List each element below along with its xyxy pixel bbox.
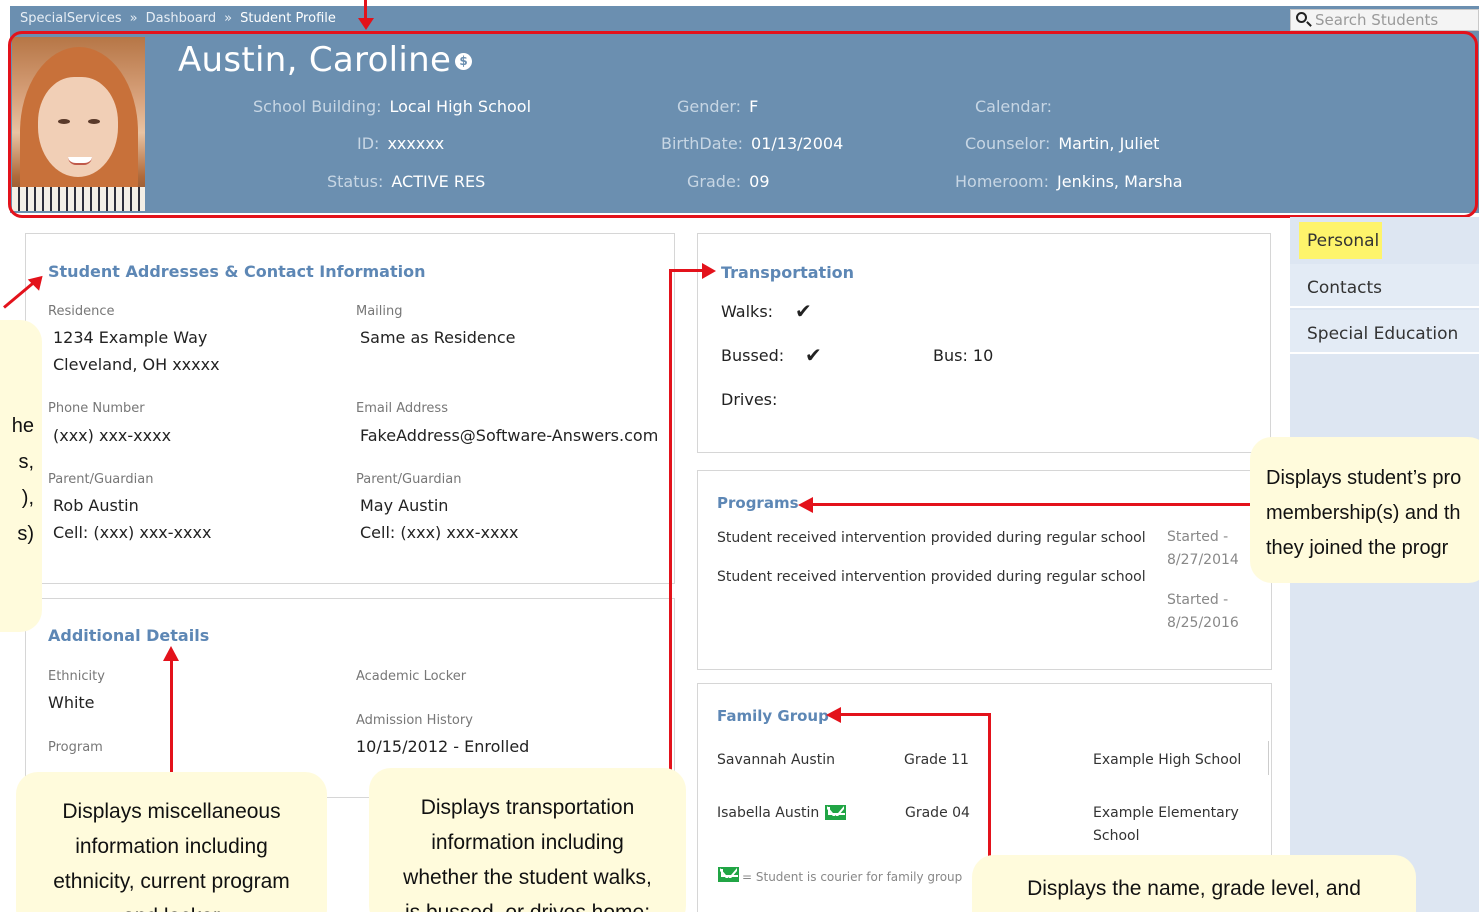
additional-section-title: Additional Details	[48, 626, 210, 645]
annotation-arrow-line	[669, 269, 705, 272]
annotation-arrow-head	[826, 707, 841, 723]
top-nav-bar: SpecialServices » Dashboard » Student Profil…	[10, 6, 1479, 32]
program-item-date: 8/27/2014	[1167, 552, 1239, 568]
guardian2-label: Parent/Guardian	[356, 472, 462, 487]
admission-value: 10/15/2012 - Enrolled	[356, 737, 530, 756]
breadcrumb: SpecialServices » Dashboard » Student Profil…	[20, 11, 336, 26]
program-label: Program	[48, 740, 103, 755]
program-item-started: Started -	[1167, 529, 1229, 545]
student-name: Austin, Caroline	[178, 40, 452, 80]
ethnicity-label: Ethnicity	[48, 669, 105, 684]
programs-section-title: Programs	[717, 494, 799, 512]
field-school-building: School Building: Local High School	[253, 97, 532, 116]
program-item-name: Student received intervention provided d…	[717, 530, 1146, 546]
side-nav-contacts[interactable]: Contacts	[1290, 264, 1479, 308]
transportation-section-title: Transportation	[721, 263, 855, 282]
annotation-arrow-head	[702, 263, 716, 279]
envelope-icon	[718, 867, 739, 882]
field-id: ID: xxxxxx	[357, 134, 445, 153]
breadcrumb-specialservices[interactable]: SpecialServices	[20, 11, 122, 26]
callout-family-group: Displays the name, grade level, and	[972, 855, 1416, 912]
family-member-name: Isabella Austin	[717, 805, 820, 821]
bussed-check-icon: ✔	[805, 343, 822, 367]
field-grade: Grade: 09	[687, 172, 770, 191]
envelope-icon	[825, 805, 846, 820]
breadcrumb-student-profile: Student Profile	[240, 11, 336, 26]
admission-label: Admission History	[356, 713, 473, 728]
walks-check-icon: ✔	[795, 299, 812, 323]
contact-section-title: Student Addresses & Contact Information	[48, 262, 426, 281]
locker-label: Academic Locker	[356, 669, 467, 684]
callout-transportation: Displays transportation information incl…	[369, 768, 686, 912]
annotation-arrow-line	[669, 269, 672, 777]
residence-line2: Cleveland, OH xxxxx	[53, 355, 220, 374]
family-column-divider	[1268, 741, 1269, 775]
annotation-arrow-head	[163, 646, 179, 661]
annotation-arrow-line	[812, 503, 1250, 506]
field-calendar: Calendar:	[975, 97, 1053, 116]
email-label: Email Address	[356, 401, 448, 416]
breadcrumb-separator: »	[224, 11, 233, 26]
family-member-grade: Grade 04	[905, 805, 970, 821]
family-member-school: Example Elementary	[1093, 805, 1239, 821]
annotation-arrow-head	[798, 497, 813, 513]
walks-label: Walks:	[721, 302, 774, 321]
guardian2-cell: Cell: (xxx) xxx-xxxx	[360, 523, 519, 542]
student-photo	[12, 37, 145, 211]
program-item-date: 8/25/2016	[1167, 615, 1239, 631]
callout-additional-details: Displays miscellaneous information inclu…	[16, 772, 327, 912]
annotation-arrow-line	[988, 713, 991, 861]
family-section-title: Family Group	[717, 707, 829, 725]
side-nav-special-education[interactable]: Special Education	[1290, 310, 1479, 354]
field-counselor: Counselor: Martin, Juliet	[965, 134, 1160, 153]
guardian2-name: May Austin	[360, 496, 449, 515]
search-icon	[1296, 12, 1307, 23]
family-member-school-cont: School	[1093, 828, 1140, 844]
field-gender: Gender: F	[677, 97, 759, 116]
bussed-label: Bussed:	[721, 346, 785, 365]
email-value[interactable]: FakeAddress@Software-Answers.com	[360, 422, 658, 449]
field-birthdate: BirthDate: 01/13/2004	[661, 134, 844, 153]
courier-legend: = Student is courier for family group	[742, 870, 963, 884]
callout-contact-info: he s, ), s)	[0, 320, 42, 632]
residence-line1: 1234 Example Way	[53, 328, 208, 347]
residence-label: Residence	[48, 304, 115, 319]
family-member-school: Example High School	[1093, 752, 1242, 768]
ethnicity-value: White	[48, 693, 95, 712]
breadcrumb-separator: »	[129, 11, 138, 26]
side-nav-personal[interactable]: Personal	[1299, 222, 1382, 259]
family-member-name: Savannah Austin	[717, 752, 835, 768]
mailing-value: Same as Residence	[360, 328, 516, 347]
annotation-arrow-line	[170, 660, 173, 772]
dollar-icon[interactable]: $	[455, 53, 472, 70]
bus-number: Bus: 10	[933, 346, 994, 365]
search-box[interactable]	[1290, 9, 1479, 31]
search-input[interactable]	[1315, 11, 1475, 29]
guardian1-name: Rob Austin	[53, 496, 139, 515]
callout-programs: Displays student’s pro membership(s) and…	[1250, 437, 1479, 583]
annotation-arrow-head	[358, 18, 374, 30]
guardian1-cell: Cell: (xxx) xxx-xxxx	[53, 523, 212, 542]
field-homeroom: Homeroom: Jenkins, Marsha	[955, 172, 1183, 191]
drives-label: Drives:	[721, 390, 778, 409]
guardian1-label: Parent/Guardian	[48, 472, 154, 487]
mailing-label: Mailing	[356, 304, 403, 319]
field-status: Status: ACTIVE RES	[327, 172, 486, 191]
breadcrumb-dashboard[interactable]: Dashboard	[146, 11, 217, 26]
annotation-arrow-line	[840, 713, 991, 716]
program-item-name: Student received intervention provided d…	[717, 569, 1146, 585]
program-item-started: Started -	[1167, 592, 1229, 608]
phone-value: (xxx) xxx-xxxx	[53, 426, 172, 445]
family-member-grade: Grade 11	[904, 752, 969, 768]
phone-label: Phone Number	[48, 401, 145, 416]
